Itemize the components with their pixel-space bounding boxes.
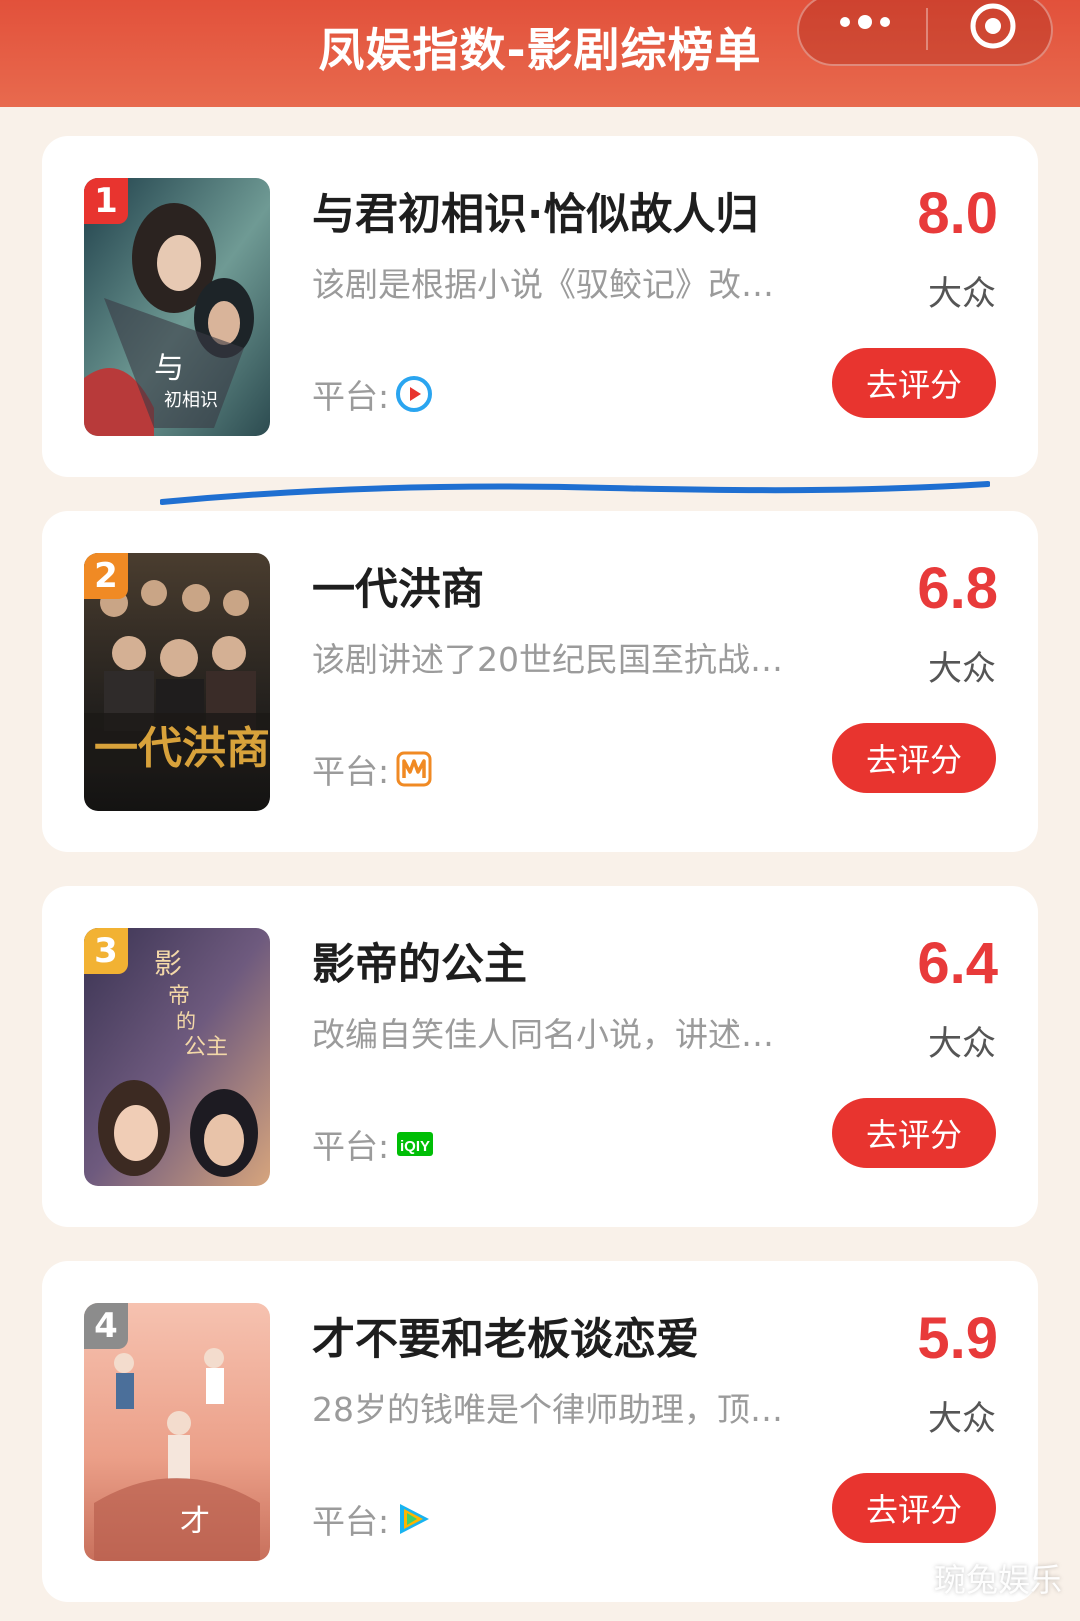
score-tag: 大众 <box>928 1399 996 1439</box>
show-description: 改编自笑佳人同名小说，讲述… <box>312 1015 774 1054</box>
svg-text:iQIY: iQIY <box>400 1138 430 1155</box>
poster-image[interactable]: 影 帝 的 公主 3 <box>84 928 270 1186</box>
svg-text:的: 的 <box>176 1009 196 1033</box>
platform-label: 平台: <box>312 752 390 791</box>
target-circle-icon[interactable] <box>967 0 1019 52</box>
show-title[interactable]: 影帝的公主 <box>312 930 527 992</box>
platform-label: 平台: <box>312 377 390 416</box>
rank-badge: 4 <box>84 1303 128 1349</box>
rank-badge: 1 <box>84 178 128 224</box>
svg-text:与: 与 <box>154 351 184 386</box>
poster-image[interactable]: 与 初相识 1 <box>84 178 270 436</box>
platform-row: 平台: <box>312 1495 433 1543</box>
score-tag: 大众 <box>928 274 996 314</box>
mgtv-icon <box>396 751 432 787</box>
capsule-divider <box>926 8 928 50</box>
watermark: 琬兔娱乐 <box>933 1561 1062 1599</box>
rank-badge: 3 <box>84 928 128 974</box>
show-title[interactable]: 才不要和老板谈恋爱 <box>312 1305 699 1367</box>
rate-button[interactable]: 去评分 <box>832 1098 996 1168</box>
svg-text:帝: 帝 <box>168 984 190 1009</box>
platform-row: 平台: <box>312 370 433 418</box>
rate-button[interactable]: 去评分 <box>832 723 996 793</box>
platform-label: 平台: <box>312 1127 390 1166</box>
rank-badge: 2 <box>84 553 128 599</box>
top-bar: 凤娱指数-影剧综榜单 <box>0 0 1080 107</box>
poster-image[interactable]: 才 4 <box>84 1303 270 1561</box>
rate-button[interactable]: 去评分 <box>832 348 996 418</box>
score-tag: 大众 <box>928 1024 996 1064</box>
more-dots-icon[interactable] <box>835 12 895 32</box>
show-description: 该剧是根据小说《驭鲛记》改… <box>312 265 774 304</box>
list-item[interactable]: 才 4 才不要和老板谈恋爱 28岁的钱唯是个律师助理，顶… 平台: 5.9 大众… <box>42 1261 1038 1602</box>
svg-text:才: 才 <box>180 1504 210 1539</box>
list-item[interactable]: 与 初相识 1 与君初相识·恰似故人归 该剧是根据小说《驭鲛记》改… 平台: 8… <box>42 136 1038 477</box>
svg-text:公主: 公主 <box>184 1035 228 1060</box>
tencent-video-icon <box>400 1504 430 1534</box>
score-value: 5.9 <box>917 1306 998 1371</box>
mini-program-capsule <box>797 0 1053 66</box>
platform-row: 平台: <box>312 745 433 793</box>
platform-row: 平台: iQIY <box>312 1120 435 1168</box>
rate-button[interactable]: 去评分 <box>832 1473 996 1543</box>
score-value: 6.8 <box>917 556 998 621</box>
svg-text:初相识: 初相识 <box>164 390 218 411</box>
youku-icon <box>396 376 433 412</box>
iqiyi-icon: iQIY <box>397 1132 434 1156</box>
score-value: 8.0 <box>917 181 998 246</box>
svg-text:影: 影 <box>154 947 182 980</box>
show-description: 28岁的钱唯是个律师助理，顶… <box>312 1390 783 1429</box>
list-item[interactable]: 一代洪商 2 一代洪商 该剧讲述了20世纪民国至抗战… 平台: 6.8 大众 去… <box>42 511 1038 852</box>
show-title[interactable]: 与君初相识·恰似故人归 <box>312 180 758 242</box>
svg-text:一代洪商: 一代洪商 <box>94 723 270 774</box>
show-title[interactable]: 一代洪商 <box>312 555 484 617</box>
poster-image[interactable]: 一代洪商 2 <box>84 553 270 811</box>
score-value: 6.4 <box>917 931 998 996</box>
list-item[interactable]: 影 帝 的 公主 3 影帝的公主 改编自笑佳人同名小说，讲述… 平台: iQIY… <box>42 886 1038 1227</box>
hand-drawn-underline <box>160 481 990 505</box>
platform-label: 平台: <box>312 1502 390 1541</box>
score-tag: 大众 <box>928 649 996 689</box>
show-description: 该剧讲述了20世纪民国至抗战… <box>312 640 783 679</box>
